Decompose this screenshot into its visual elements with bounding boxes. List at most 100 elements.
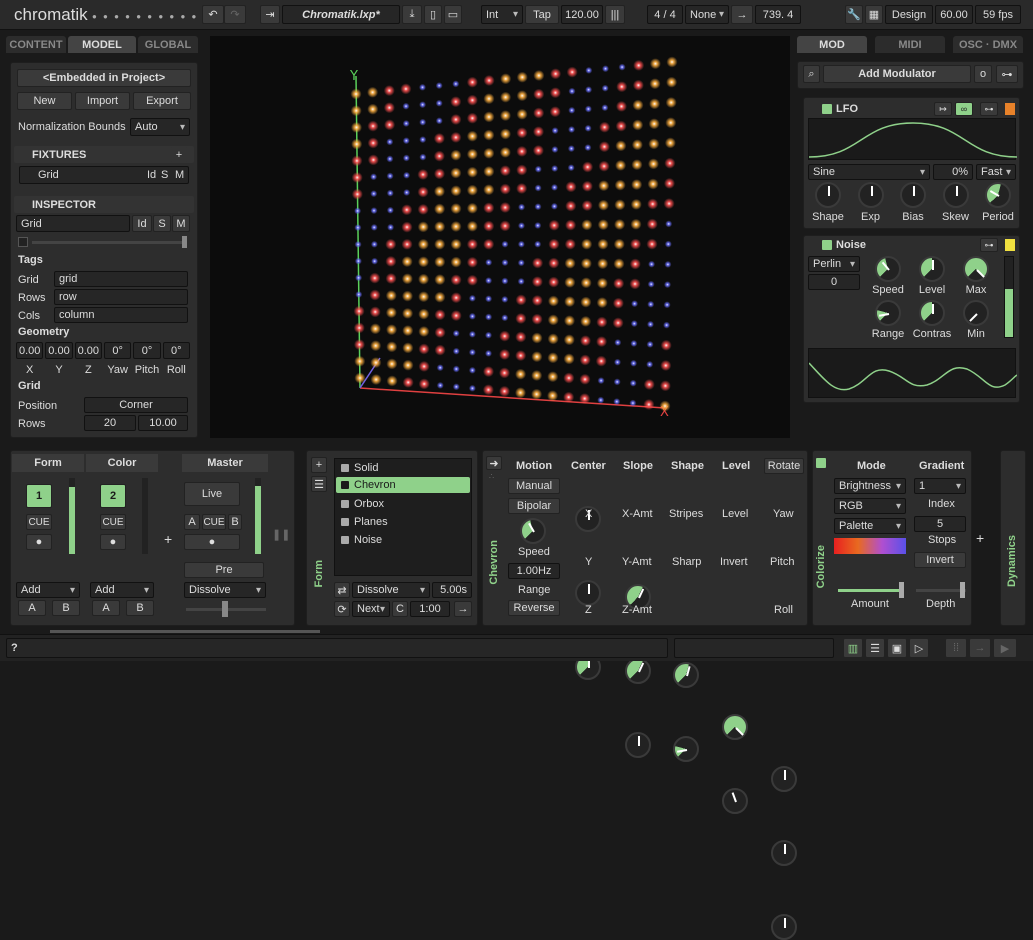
color-cue-button[interactable]: CUE — [100, 514, 126, 530]
noise-color-swatch[interactable] — [1005, 239, 1015, 251]
slope-y-amt-knob[interactable] — [625, 658, 651, 684]
rotate-roll-knob[interactable] — [771, 914, 797, 940]
master-b-button[interactable]: B — [228, 514, 242, 530]
gradient-index-select[interactable]: 1 — [914, 478, 966, 494]
lfo-period-knob[interactable] — [985, 182, 1011, 208]
3d-viewport[interactable]: YX — [210, 36, 790, 438]
rgb-select[interactable]: RGB — [834, 498, 906, 514]
lfo-loop-icon[interactable]: ∞ — [955, 102, 973, 116]
crossfader-handle[interactable] — [222, 601, 228, 617]
tag-value-rows[interactable]: row — [54, 289, 188, 305]
pattern-item-orbox[interactable]: Orbox — [336, 496, 470, 511]
pattern-item-planes[interactable]: Planes — [336, 514, 470, 529]
fixture-mute-toggle[interactable]: M — [175, 169, 184, 181]
noise-speed-knob[interactable] — [875, 256, 901, 282]
help-field[interactable]: ? — [6, 638, 668, 658]
lfo-bias-knob[interactable] — [900, 182, 926, 208]
lfo-enable-toggle[interactable] — [822, 104, 832, 117]
layout-single-icon[interactable]: ▣ — [887, 638, 907, 658]
motion-speed-knob[interactable] — [520, 518, 546, 544]
play-icon[interactable]: ▶ — [993, 638, 1017, 658]
project-icon[interactable]: ⇥ — [260, 5, 280, 24]
master-cue-button[interactable]: CUE — [202, 514, 226, 530]
brightness-select[interactable]: Brightness — [834, 478, 906, 494]
master-transition-select[interactable]: Dissolve — [184, 582, 266, 598]
inspector-slider-handle[interactable] — [182, 236, 187, 248]
export-button[interactable]: Export — [133, 92, 191, 110]
inspector-solo-toggle[interactable]: S — [153, 215, 171, 232]
noise-range-knob[interactable] — [875, 300, 901, 326]
lfo-map-icon[interactable]: ⊶ — [980, 102, 998, 116]
pattern-list-icon[interactable]: ☰ — [311, 476, 327, 492]
pattern-item-noise[interactable]: Noise — [336, 532, 470, 547]
color-a-button[interactable]: A — [92, 600, 120, 616]
tag-value-cols[interactable]: column — [54, 307, 188, 323]
tempo-field[interactable]: 739. 4 — [755, 5, 801, 24]
gradient-invert-button[interactable]: Invert — [914, 552, 966, 568]
tab-content[interactable]: CONTENT — [6, 36, 66, 53]
slope-z-amt-knob[interactable] — [625, 732, 651, 758]
lfo-color-swatch[interactable] — [1005, 103, 1015, 115]
pattern-noise-toggle[interactable] — [341, 535, 349, 544]
geo-x[interactable]: 0.00 — [16, 342, 44, 359]
inspector-enable-checkbox[interactable] — [18, 237, 28, 247]
motion-reverse-button[interactable]: Reverse — [508, 600, 560, 616]
add-pattern-button[interactable]: + — [311, 457, 327, 473]
next-select[interactable]: Next — [352, 601, 390, 617]
invert-knob[interactable] — [722, 788, 748, 814]
fps-target[interactable]: 60.00 — [935, 5, 973, 24]
fixture-id-toggle[interactable]: Id — [147, 169, 156, 181]
amount-slider-handle[interactable] — [899, 582, 904, 598]
chevron-drag-handle[interactable]: ∴ — [489, 472, 494, 481]
form-blend-select[interactable]: Add — [16, 582, 80, 598]
color-enable-button[interactable]: ● — [100, 534, 126, 550]
inspector-name-field[interactable]: Grid — [16, 215, 130, 232]
design-mode[interactable]: Design — [885, 5, 933, 24]
next-pattern-arrow[interactable]: → — [454, 601, 472, 617]
folder-icon[interactable]: ▭ — [444, 5, 462, 24]
embedded-button[interactable]: <Embedded in Project> — [17, 69, 191, 87]
depth-slider-handle[interactable] — [960, 582, 965, 598]
lfo-wave-select[interactable]: Sine — [808, 164, 930, 180]
form-a-button[interactable]: A — [18, 600, 46, 616]
lfo-trigger-icon[interactable]: ↦ — [934, 102, 952, 116]
palette-select[interactable]: Palette — [834, 518, 906, 534]
lfo-exp-knob[interactable] — [857, 182, 884, 208]
rows-spacing-field[interactable]: 10.00 — [138, 415, 188, 431]
channel-2-button[interactable]: 2 — [100, 484, 126, 508]
bpm-field[interactable]: 120.00 — [561, 5, 603, 24]
pattern-item-chevron[interactable]: Chevron — [336, 477, 470, 493]
noise-contrast-knob[interactable] — [919, 300, 945, 326]
search-icon[interactable]: ⌕ — [803, 65, 820, 83]
nudge-icon[interactable]: ||| — [605, 5, 625, 24]
transition-select[interactable]: Dissolve — [352, 582, 430, 598]
amount-slider[interactable] — [838, 589, 904, 592]
tab-midi[interactable]: MIDI — [875, 36, 945, 53]
normalization-select[interactable]: Auto — [130, 118, 190, 136]
cycle-time-field[interactable]: 1:00 — [410, 601, 450, 617]
pattern-solid-toggle[interactable] — [341, 463, 349, 472]
rotate-yaw-knob[interactable] — [771, 766, 797, 792]
save-icon[interactable]: ⤓ — [402, 5, 422, 24]
live-button[interactable]: Live — [184, 482, 240, 506]
undo-button[interactable]: ↶ — [202, 5, 224, 24]
cycle-c-button[interactable]: C — [392, 601, 408, 617]
grid-icon[interactable]: ▦ — [865, 5, 883, 24]
noise-min-knob[interactable] — [963, 300, 989, 326]
form-b-button[interactable]: B — [52, 600, 80, 616]
pattern-planes-toggle[interactable] — [341, 517, 349, 526]
master-enable-button[interactable]: ● — [184, 534, 240, 550]
color-fader[interactable] — [142, 478, 148, 554]
file-icon[interactable]: ▯ — [424, 5, 442, 24]
noise-max-knob[interactable] — [963, 256, 989, 282]
layout-rows-icon[interactable]: ☰ — [865, 638, 885, 658]
inspector-slider[interactable] — [32, 241, 186, 244]
shape-stripes-knob[interactable] — [673, 662, 699, 688]
inspector-mute-toggle[interactable]: M — [172, 215, 190, 232]
modulator-link-icon[interactable]: ⊶ — [996, 65, 1018, 83]
pattern-chevron-toggle[interactable] — [341, 481, 349, 489]
motion-speed-field[interactable]: 1.00Hz — [508, 563, 560, 579]
fixture-solo-toggle[interactable]: S — [161, 169, 168, 181]
depth-slider[interactable] — [916, 589, 966, 592]
sync-select[interactable]: None — [685, 5, 729, 24]
